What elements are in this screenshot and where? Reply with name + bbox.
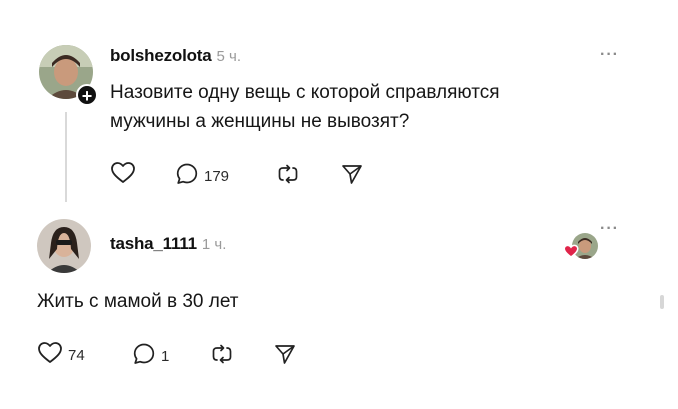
send-icon [340,162,364,190]
author-liked-indicator [563,233,601,263]
reply-author-avatar[interactable] [37,219,91,273]
reply-more-options-button[interactable]: ··· [600,220,619,238]
reply-like-count: 74 [68,346,85,364]
repost-icon [210,342,234,370]
reply-share-button[interactable] [273,342,297,370]
reply-header: tasha_1111 1 ч. [110,234,226,254]
post-repost-button[interactable] [276,162,300,190]
reply-username[interactable]: tasha_1111 [110,234,197,254]
post-header: bolshezolota 5 ч. [110,46,241,66]
post-share-button[interactable] [340,162,364,190]
post-text: Назовите одну вещь с которой справляются… [110,78,630,136]
red-heart-icon [563,244,579,264]
follow-plus-icon[interactable]: + [76,84,98,106]
post-username[interactable]: bolshezolota [110,46,212,66]
reply-text: Жить с мамой в 30 лет [37,291,239,312]
reply-repost-button[interactable] [210,342,234,370]
thread-line [65,112,67,202]
post-reply-button[interactable]: 179 [175,162,229,190]
post-text-line-1: Назовите одну вещь с которой справляются [110,82,500,103]
speech-bubble-icon [132,342,156,370]
post-text-line-2: мужчины а женщины не вывозят? [110,111,410,132]
post-more-options-button[interactable]: ··· [600,46,619,64]
repost-icon [276,162,300,190]
reply-timestamp: 1 ч. [201,236,227,253]
reply-reply-count: 1 [161,347,170,365]
post-like-button[interactable] [110,161,136,189]
reply-reply-button[interactable]: 1 [132,342,169,370]
heart-icon [110,161,136,189]
post-reply-count: 179 [204,167,230,185]
send-icon [273,342,297,370]
scrollbar-thumb[interactable] [660,295,664,309]
reply-like-button[interactable]: 74 [37,341,85,369]
speech-bubble-icon [175,162,199,190]
heart-icon [37,341,63,369]
post-timestamp: 5 ч. [216,48,242,65]
